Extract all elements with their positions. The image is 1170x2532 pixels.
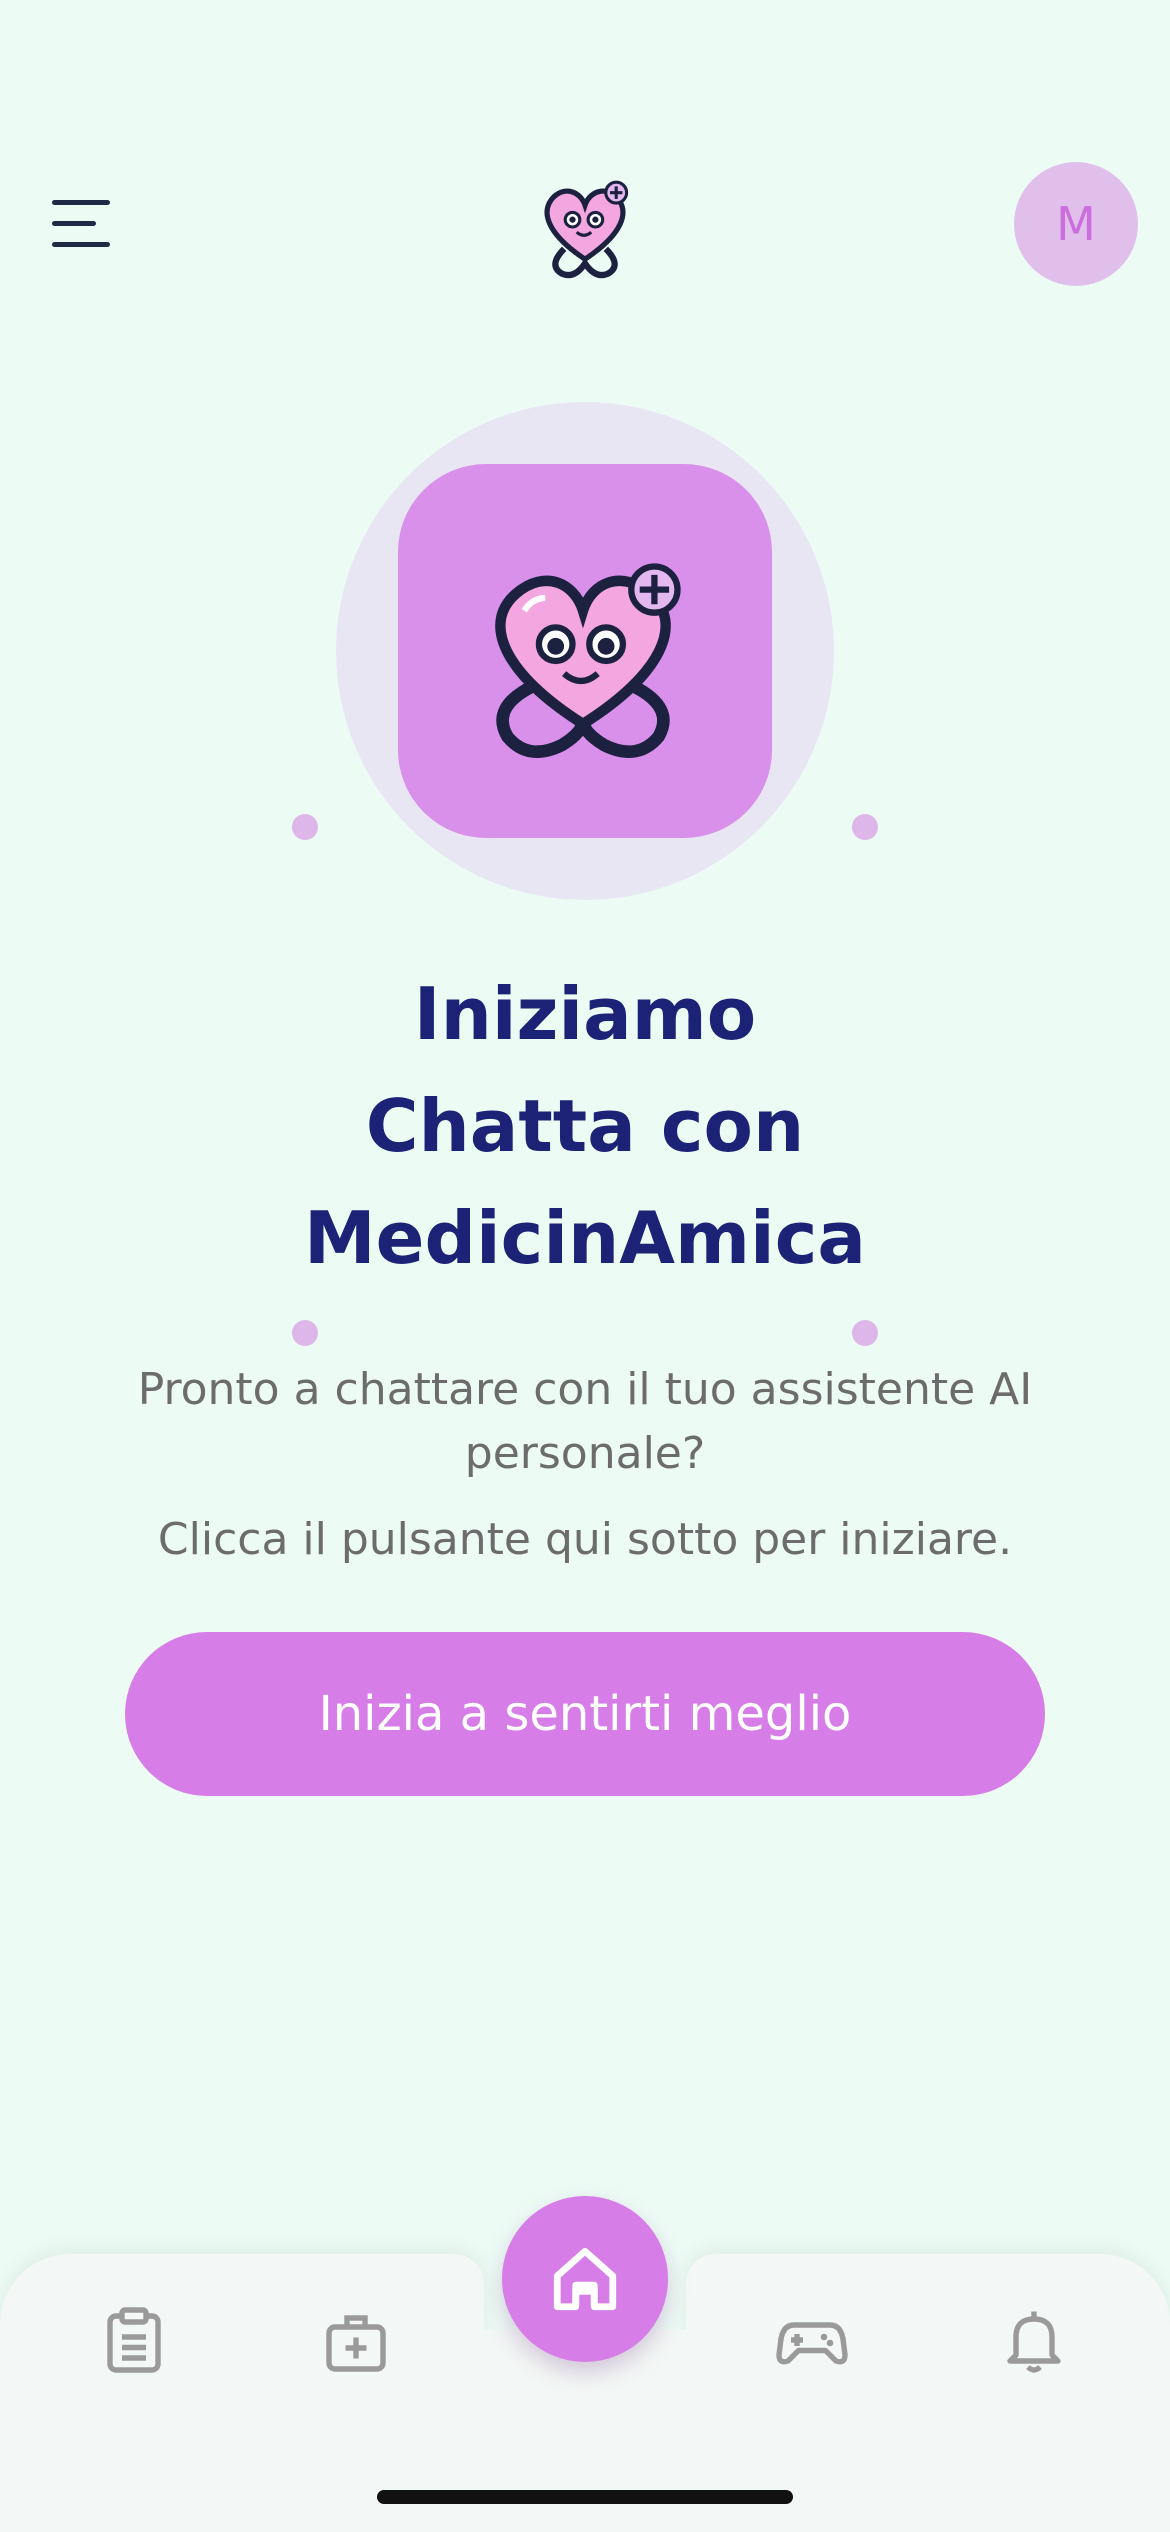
- gamepad-icon[interactable]: [776, 2304, 848, 2376]
- title-line-2: Chatta con: [365, 1084, 805, 1168]
- home-button[interactable]: [502, 2196, 668, 2362]
- heart-logo-icon: [544, 180, 629, 279]
- title-line-1: Iniziamo: [413, 972, 757, 1056]
- user-avatar[interactable]: M: [1014, 162, 1138, 286]
- start-chat-button[interactable]: Inizia a sentirti meglio: [125, 1632, 1045, 1796]
- decor-dot: [852, 1320, 878, 1346]
- heart-mascot-icon: [495, 563, 681, 758]
- decor-dot: [852, 814, 878, 840]
- title-line-3: MedicinAmica: [303, 1196, 866, 1280]
- decor-dot: [292, 1320, 318, 1346]
- app-screen: M Iniziamo Chatta con MedicinAmica Pront…: [0, 0, 1170, 2532]
- page-title: Iniziamo Chatta con MedicinAmica: [0, 958, 1170, 1294]
- hamburger-menu-icon[interactable]: [52, 196, 112, 252]
- home-indicator: [377, 2490, 793, 2504]
- subtitle-text: Pronto a chattare con il tuo assistente …: [137, 1364, 1033, 1479]
- decor-dot: [292, 814, 318, 840]
- instruction-text: Clicca il pulsante qui sotto per iniziar…: [157, 1514, 1013, 1565]
- home-icon: [553, 2247, 617, 2311]
- clipboard-icon[interactable]: [98, 2304, 170, 2376]
- bell-icon[interactable]: [998, 2304, 1070, 2376]
- medical-kit-icon[interactable]: [320, 2306, 392, 2378]
